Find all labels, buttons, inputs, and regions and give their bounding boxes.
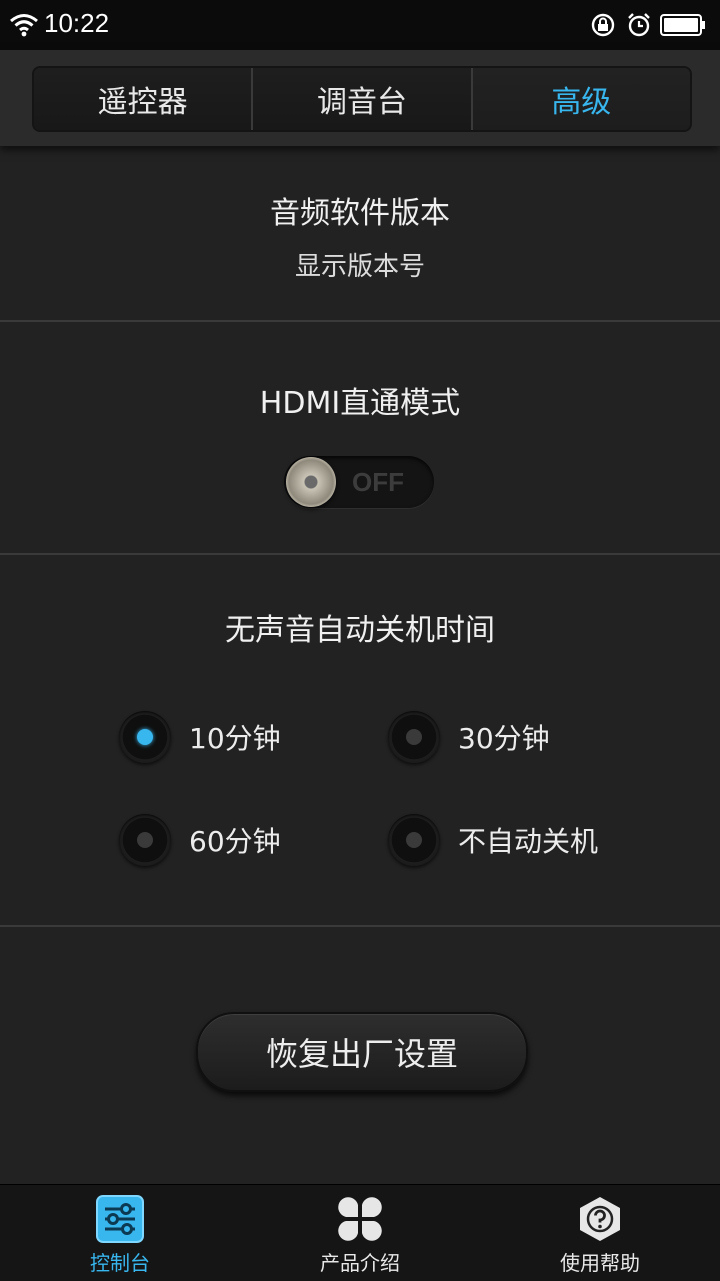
hdmi-title: HDMI直通模式 <box>259 386 461 421</box>
tab-remote[interactable]: 遥控器 <box>34 68 254 130</box>
radio-indicator <box>119 711 171 763</box>
hdmi-toggle[interactable]: OFF <box>284 456 434 508</box>
tab-mixer[interactable]: 调音台 <box>253 68 473 130</box>
radio-indicator <box>119 814 171 866</box>
status-time: 10:22 <box>44 8 110 38</box>
nav-help-label: 使用帮助 <box>560 1251 640 1275</box>
toggle-knob <box>286 457 336 507</box>
tab-advanced[interactable]: 高级 <box>472 68 690 130</box>
bottom-nav: 控制台 产品介绍 使用帮助 <box>0 1184 720 1281</box>
nav-console-label: 控制台 <box>90 1251 150 1275</box>
audio-version-section: 音频软件版本 显示版本号 <box>0 146 720 322</box>
battery-icon <box>660 14 705 36</box>
nav-help[interactable]: 使用帮助 <box>480 1185 720 1281</box>
help-icon <box>580 1197 620 1241</box>
radio-never[interactable]: 不自动关机 <box>388 814 598 866</box>
radio-indicator <box>388 711 440 763</box>
sliders-icon <box>96 1195 144 1243</box>
radio-30min[interactable]: 30分钟 <box>388 711 550 763</box>
nav-products-label: 产品介绍 <box>320 1251 400 1275</box>
auto-off-title: 无声音自动关机时间 <box>225 613 495 648</box>
toggle-state-label: OFF <box>352 467 404 497</box>
audio-version-value: 显示版本号 <box>294 252 425 282</box>
wifi-icon <box>10 14 38 37</box>
radio-label: 60分钟 <box>189 825 281 858</box>
alarm-icon <box>628 13 650 37</box>
segmented-control: 遥控器 调音台 高级 <box>32 66 692 132</box>
radio-label: 10分钟 <box>189 722 281 755</box>
status-bar: 10:22 <box>0 0 720 50</box>
clover-icon <box>338 1197 382 1241</box>
hdmi-section: HDMI直通模式 <box>0 322 720 555</box>
factory-reset-button[interactable]: 恢复出厂设置 <box>196 1012 528 1092</box>
radio-label: 30分钟 <box>458 722 550 755</box>
nav-products[interactable]: 产品介绍 <box>240 1185 480 1281</box>
nav-console[interactable]: 控制台 <box>0 1185 240 1281</box>
radio-label: 不自动关机 <box>458 825 599 858</box>
radio-10min[interactable]: 10分钟 <box>119 711 281 763</box>
rotation-lock-icon <box>591 13 615 37</box>
radio-indicator <box>388 814 440 866</box>
auto-off-section: 无声音自动关机时间 <box>0 555 720 927</box>
audio-version-title: 音频软件版本 <box>270 196 450 231</box>
radio-60min[interactable]: 60分钟 <box>119 814 281 866</box>
top-tab-bar: 遥控器 调音台 高级 <box>0 50 720 146</box>
